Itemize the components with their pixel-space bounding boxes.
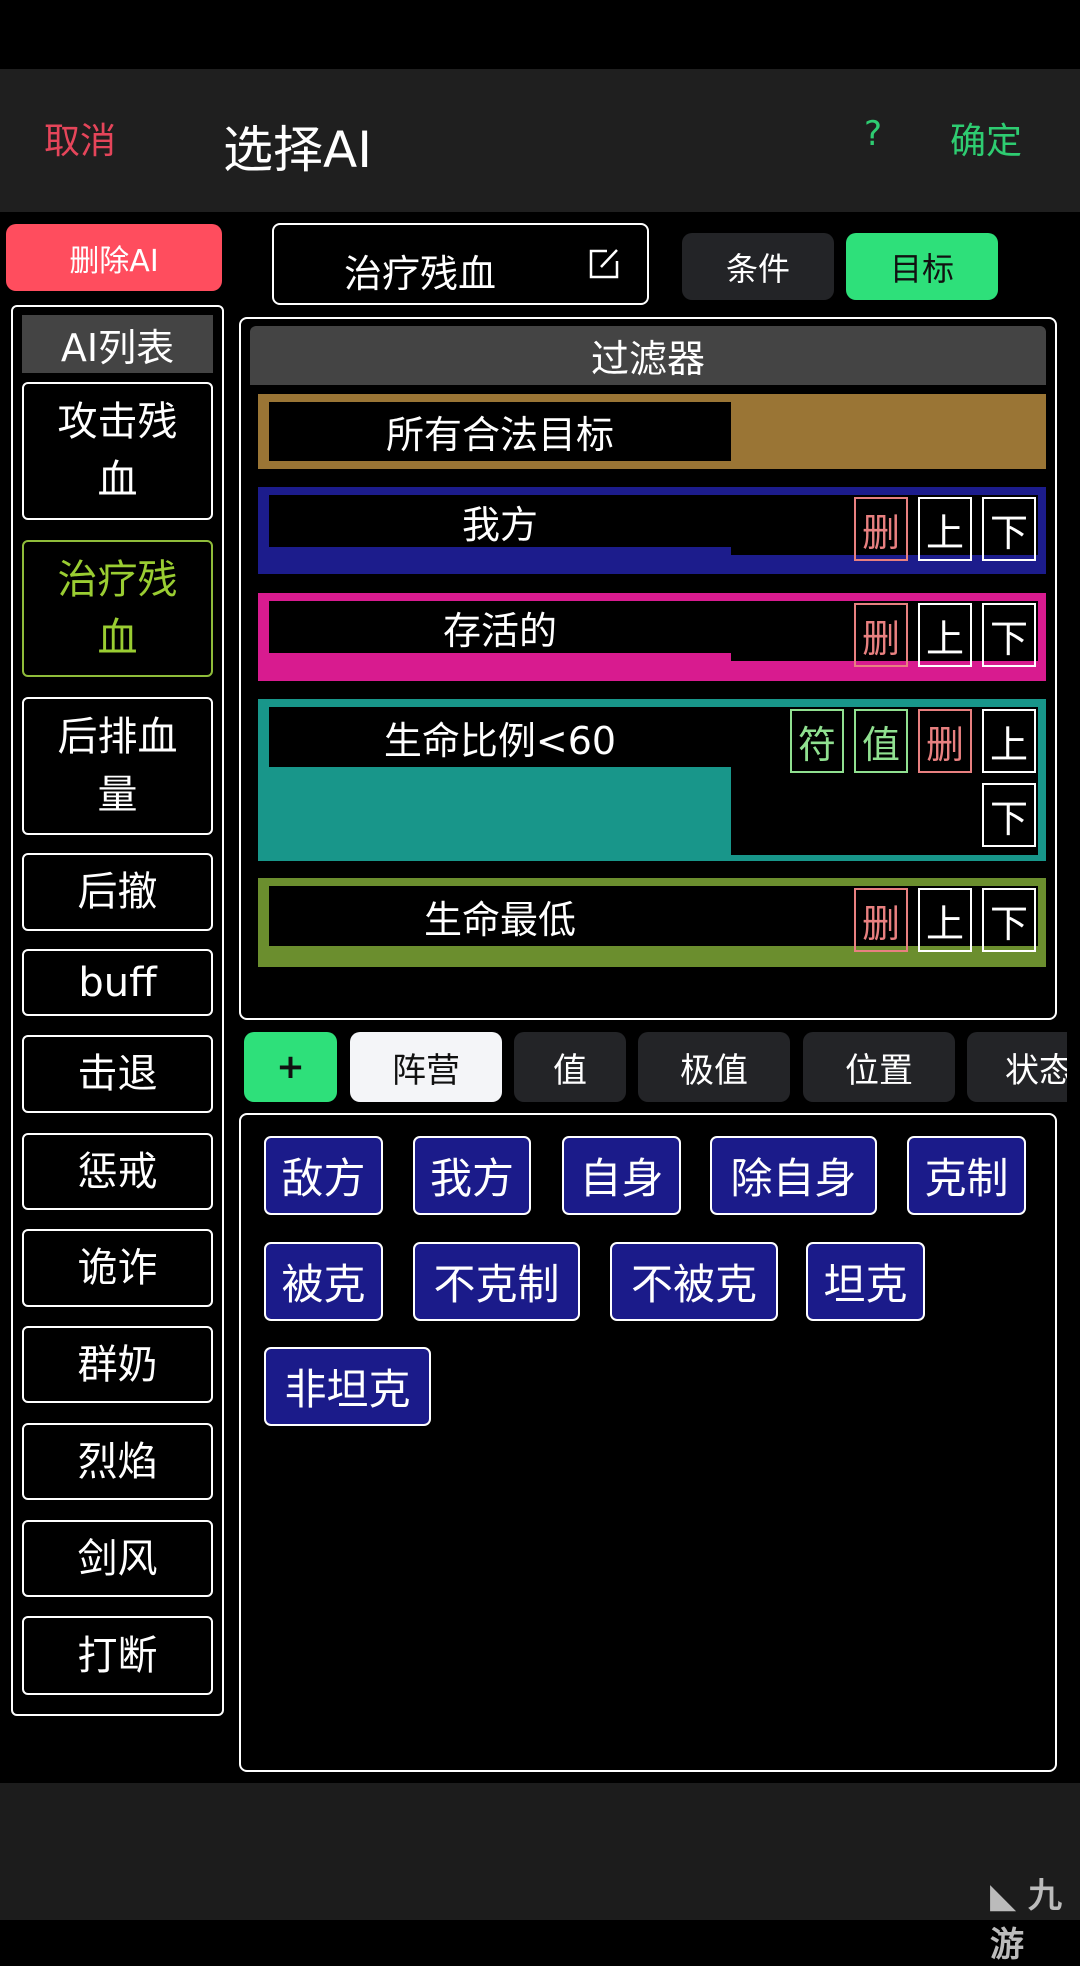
symbol-button[interactable]: 符 bbox=[790, 709, 844, 773]
option-chip[interactable]: 克制 bbox=[907, 1136, 1026, 1215]
ai-list-item-label: 群奶 bbox=[77, 1341, 158, 1388]
tab-condition[interactable]: 条件 bbox=[682, 233, 834, 300]
ai-list-item[interactable]: 攻击残血 bbox=[22, 382, 213, 520]
filter-row[interactable]: 生命最低 删上下 bbox=[258, 878, 1046, 967]
option-chip[interactable]: 除自身 bbox=[710, 1136, 877, 1215]
delete-button[interactable]: 删 bbox=[918, 709, 972, 773]
ai-list-item[interactable]: 剑风 bbox=[22, 1520, 213, 1597]
ai-list-item-label: 击退 bbox=[77, 1051, 158, 1097]
option-chip[interactable]: 坦克 bbox=[806, 1242, 925, 1321]
ai-list-item[interactable]: 后撤 bbox=[22, 853, 213, 931]
ai-list-item-label: buff bbox=[78, 959, 157, 1006]
filter-row[interactable]: 存活的 删上下 bbox=[258, 593, 1046, 681]
ai-list-item[interactable]: buff bbox=[22, 949, 213, 1016]
ai-list-item-label: 治疗残血 bbox=[57, 556, 178, 661]
down-button[interactable]: 下 bbox=[982, 888, 1036, 952]
ai-list-item[interactable]: 惩戒 bbox=[22, 1133, 213, 1210]
add-filter-button[interactable]: + bbox=[244, 1032, 337, 1102]
filter-label: 存活的 bbox=[269, 601, 731, 653]
category-tab-label: 位置 bbox=[845, 1050, 913, 1091]
category-tab-label: 状态 bbox=[1005, 1050, 1067, 1091]
filter-label: 所有合法目标 bbox=[269, 402, 731, 461]
ai-list-item-label: 烈焰 bbox=[77, 1438, 158, 1485]
edit-icon[interactable] bbox=[587, 247, 621, 281]
delete-button[interactable]: 删 bbox=[854, 888, 908, 952]
delete-button[interactable]: 删 bbox=[854, 603, 908, 667]
status-bar bbox=[0, 0, 1080, 69]
ai-list-item[interactable]: 打断 bbox=[22, 1616, 213, 1695]
category-tab-label: 极值 bbox=[680, 1050, 748, 1091]
ai-list-item-label: 诡诈 bbox=[77, 1245, 158, 1291]
delete-button[interactable]: 删 bbox=[854, 497, 908, 561]
option-chip[interactable]: 自身 bbox=[562, 1136, 681, 1215]
confirm-button[interactable]: 确定 bbox=[950, 112, 1022, 164]
ai-list-item[interactable]: 烈焰 bbox=[22, 1423, 213, 1500]
ai-list-item-label: 打断 bbox=[77, 1632, 158, 1679]
ai-list-item-label: 剑风 bbox=[77, 1535, 158, 1582]
option-chip[interactable]: 被克 bbox=[264, 1242, 383, 1321]
ai-list-item[interactable]: 群奶 bbox=[22, 1326, 213, 1403]
down-button[interactable]: 下 bbox=[982, 783, 1036, 847]
filter-label: 生命比例<60 bbox=[269, 707, 731, 767]
ai-name: 治疗残血 bbox=[344, 252, 497, 296]
filter-row[interactable]: 所有合法目标 bbox=[258, 394, 1046, 469]
option-chip[interactable]: 我方 bbox=[413, 1136, 531, 1215]
down-button[interactable]: 下 bbox=[982, 603, 1036, 667]
filter-title: 过滤器 bbox=[250, 326, 1046, 385]
ai-list-item-label: 后撤 bbox=[77, 869, 158, 915]
ai-list-item[interactable]: 诡诈 bbox=[22, 1229, 213, 1307]
ai-list-item[interactable]: 击退 bbox=[22, 1035, 213, 1113]
up-button[interactable]: 上 bbox=[918, 888, 972, 952]
category-tab[interactable]: 状态 bbox=[967, 1032, 1067, 1102]
help-button[interactable]: ? bbox=[864, 114, 882, 154]
category-tab[interactable]: 位置 bbox=[803, 1032, 955, 1102]
option-chip[interactable]: 不克制 bbox=[413, 1242, 580, 1321]
down-button[interactable]: 下 bbox=[982, 497, 1036, 561]
watermark-logo: ◣ 九游 bbox=[990, 1876, 1062, 1965]
cancel-button[interactable]: 取消 bbox=[44, 112, 116, 164]
up-button[interactable]: 上 bbox=[918, 497, 972, 561]
ai-list-item-label: 惩戒 bbox=[77, 1148, 158, 1195]
category-tab-label: 值 bbox=[553, 1050, 587, 1091]
up-button[interactable]: 上 bbox=[982, 709, 1036, 773]
category-tab-label: 阵营 bbox=[392, 1050, 460, 1091]
category-tab[interactable]: 值 bbox=[514, 1032, 626, 1102]
up-button[interactable]: 上 bbox=[918, 603, 972, 667]
filter-row[interactable]: 生命比例<60 符值删上下 bbox=[258, 699, 1046, 861]
category-tab[interactable]: 极值 bbox=[638, 1032, 790, 1102]
filter-label: 生命最低 bbox=[269, 886, 731, 946]
tab-target[interactable]: 目标 bbox=[846, 233, 998, 300]
delete-ai-button[interactable]: 删除AI bbox=[6, 224, 222, 291]
ai-list-item-label: 后排血量 bbox=[57, 714, 178, 818]
ai-list-item[interactable]: 治疗残血 bbox=[22, 540, 213, 677]
option-chip[interactable]: 敌方 bbox=[264, 1136, 383, 1215]
ai-list-title: AI列表 bbox=[22, 315, 213, 373]
ai-list-item-label: 攻击残血 bbox=[57, 399, 178, 503]
bottom-bar bbox=[0, 1783, 1080, 1920]
filter-label: 我方 bbox=[269, 495, 731, 547]
category-tab[interactable]: 阵营 bbox=[350, 1032, 502, 1102]
ai-list-item[interactable]: 后排血量 bbox=[22, 697, 213, 835]
page-title: 选择AI bbox=[223, 121, 372, 179]
value-button[interactable]: 值 bbox=[854, 709, 908, 773]
option-chip[interactable]: 非坦克 bbox=[264, 1347, 431, 1426]
header bbox=[0, 69, 1080, 212]
option-chip[interactable]: 不被克 bbox=[610, 1242, 778, 1321]
ai-name-field[interactable]: 治疗残血 bbox=[272, 223, 649, 305]
filter-row[interactable]: 我方 删上下 bbox=[258, 487, 1046, 574]
